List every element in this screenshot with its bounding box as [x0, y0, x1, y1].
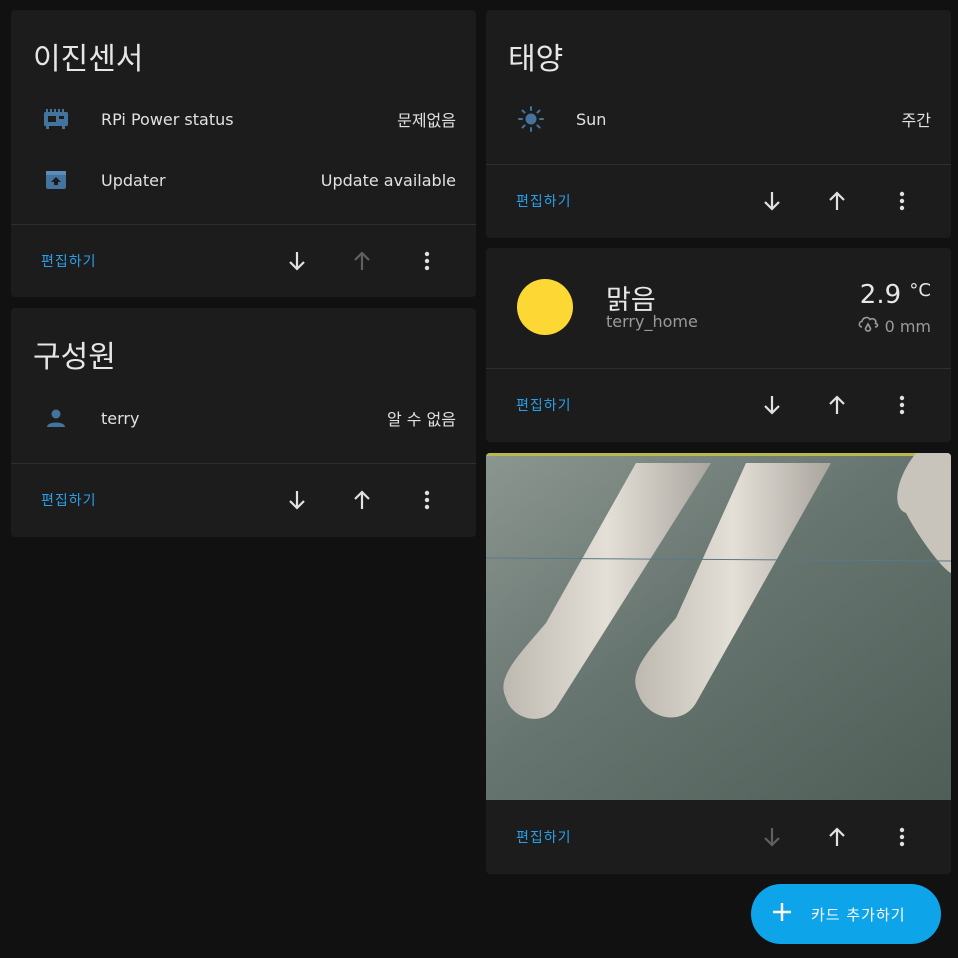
camera-image[interactable] — [486, 453, 951, 800]
more-vertical-icon[interactable] — [888, 391, 916, 419]
edit-button[interactable]: 편집하기 — [41, 490, 97, 510]
card-actions: 편집하기 — [486, 369, 951, 441]
arrow-down-icon[interactable] — [283, 486, 311, 514]
arrow-up-icon[interactable] — [823, 391, 851, 419]
entity-name: RPi Power status — [101, 109, 234, 129]
weather-precipitation: 0 mm — [857, 314, 931, 338]
weather-entity-name: terry_home — [606, 312, 698, 331]
card-actions: 편집하기 — [11, 464, 476, 536]
add-card-button[interactable]: 카드 추가하기 — [751, 884, 941, 944]
weather-card: 맑음 terry_home 2.9 °C 0 mm 편집하기 — [486, 248, 951, 442]
entity-row-sun[interactable]: Sun 주간 — [486, 99, 951, 139]
edit-button[interactable]: 편집하기 — [516, 827, 572, 847]
card-actions: 편집하기 — [11, 225, 476, 297]
arrow-down-icon[interactable] — [283, 247, 311, 275]
arrow-up-icon[interactable] — [348, 247, 376, 275]
temperature-value: 2.9 — [859, 280, 902, 310]
entity-name: Updater — [101, 170, 166, 190]
card-title: 이진센서 — [33, 42, 144, 77]
sun-card: 태양 Sun 주간 편집하기 — [486, 10, 951, 238]
arrow-down-icon[interactable] — [758, 391, 786, 419]
more-vertical-icon[interactable] — [888, 823, 916, 851]
sun-icon — [516, 104, 546, 134]
entity-row-updater[interactable]: Updater Update available — [11, 160, 476, 200]
edit-button[interactable]: 편집하기 — [516, 191, 572, 211]
precipitation-value: 0 mm — [884, 316, 931, 336]
card-actions: 편집하기 — [486, 165, 951, 237]
arrow-up-icon[interactable] — [823, 823, 851, 851]
more-vertical-icon[interactable] — [888, 187, 916, 215]
person-icon — [41, 403, 71, 433]
card-actions: 편집하기 — [486, 801, 951, 873]
card-title: 태양 — [508, 42, 564, 77]
edit-button[interactable]: 편집하기 — [41, 251, 97, 271]
more-vertical-icon[interactable] — [413, 247, 441, 275]
dashboard: 이진센서 RPi Power status 문제없음 Updater Updat… — [0, 0, 958, 958]
rain-cloud-icon — [857, 314, 879, 338]
card-title: 구성원 — [33, 340, 116, 375]
entity-state: Update available — [320, 170, 456, 190]
temperature-unit: °C — [909, 280, 931, 301]
edit-button[interactable]: 편집하기 — [516, 395, 572, 415]
entity-name: terry — [101, 408, 140, 428]
add-card-label: 카드 추가하기 — [811, 905, 906, 924]
person-card: 구성원 terry 알 수 없음 편집하기 — [11, 308, 476, 537]
entity-state: 주간 — [901, 111, 931, 130]
entity-name: Sun — [576, 109, 607, 129]
raspberry-pi-icon — [41, 104, 71, 134]
plus-icon — [771, 901, 793, 927]
weather-temperature: 2.9 °C — [860, 280, 931, 310]
arrow-up-icon[interactable] — [348, 486, 376, 514]
package-up-icon — [41, 165, 71, 195]
arrow-down-icon[interactable] — [758, 187, 786, 215]
entity-state: 알 수 없음 — [386, 410, 456, 429]
entity-row-rpi-power[interactable]: RPi Power status 문제없음 — [11, 99, 476, 139]
binary-sensor-card: 이진센서 RPi Power status 문제없음 Updater Updat… — [11, 10, 476, 297]
entity-state: 문제없음 — [397, 111, 456, 130]
weather-sunny-icon — [517, 279, 573, 335]
arrow-down-icon[interactable] — [758, 823, 786, 851]
arrow-up-icon[interactable] — [823, 187, 851, 215]
entity-row-terry[interactable]: terry 알 수 없음 — [11, 398, 476, 438]
more-vertical-icon[interactable] — [413, 486, 441, 514]
camera-card: 편집하기 — [486, 453, 951, 874]
